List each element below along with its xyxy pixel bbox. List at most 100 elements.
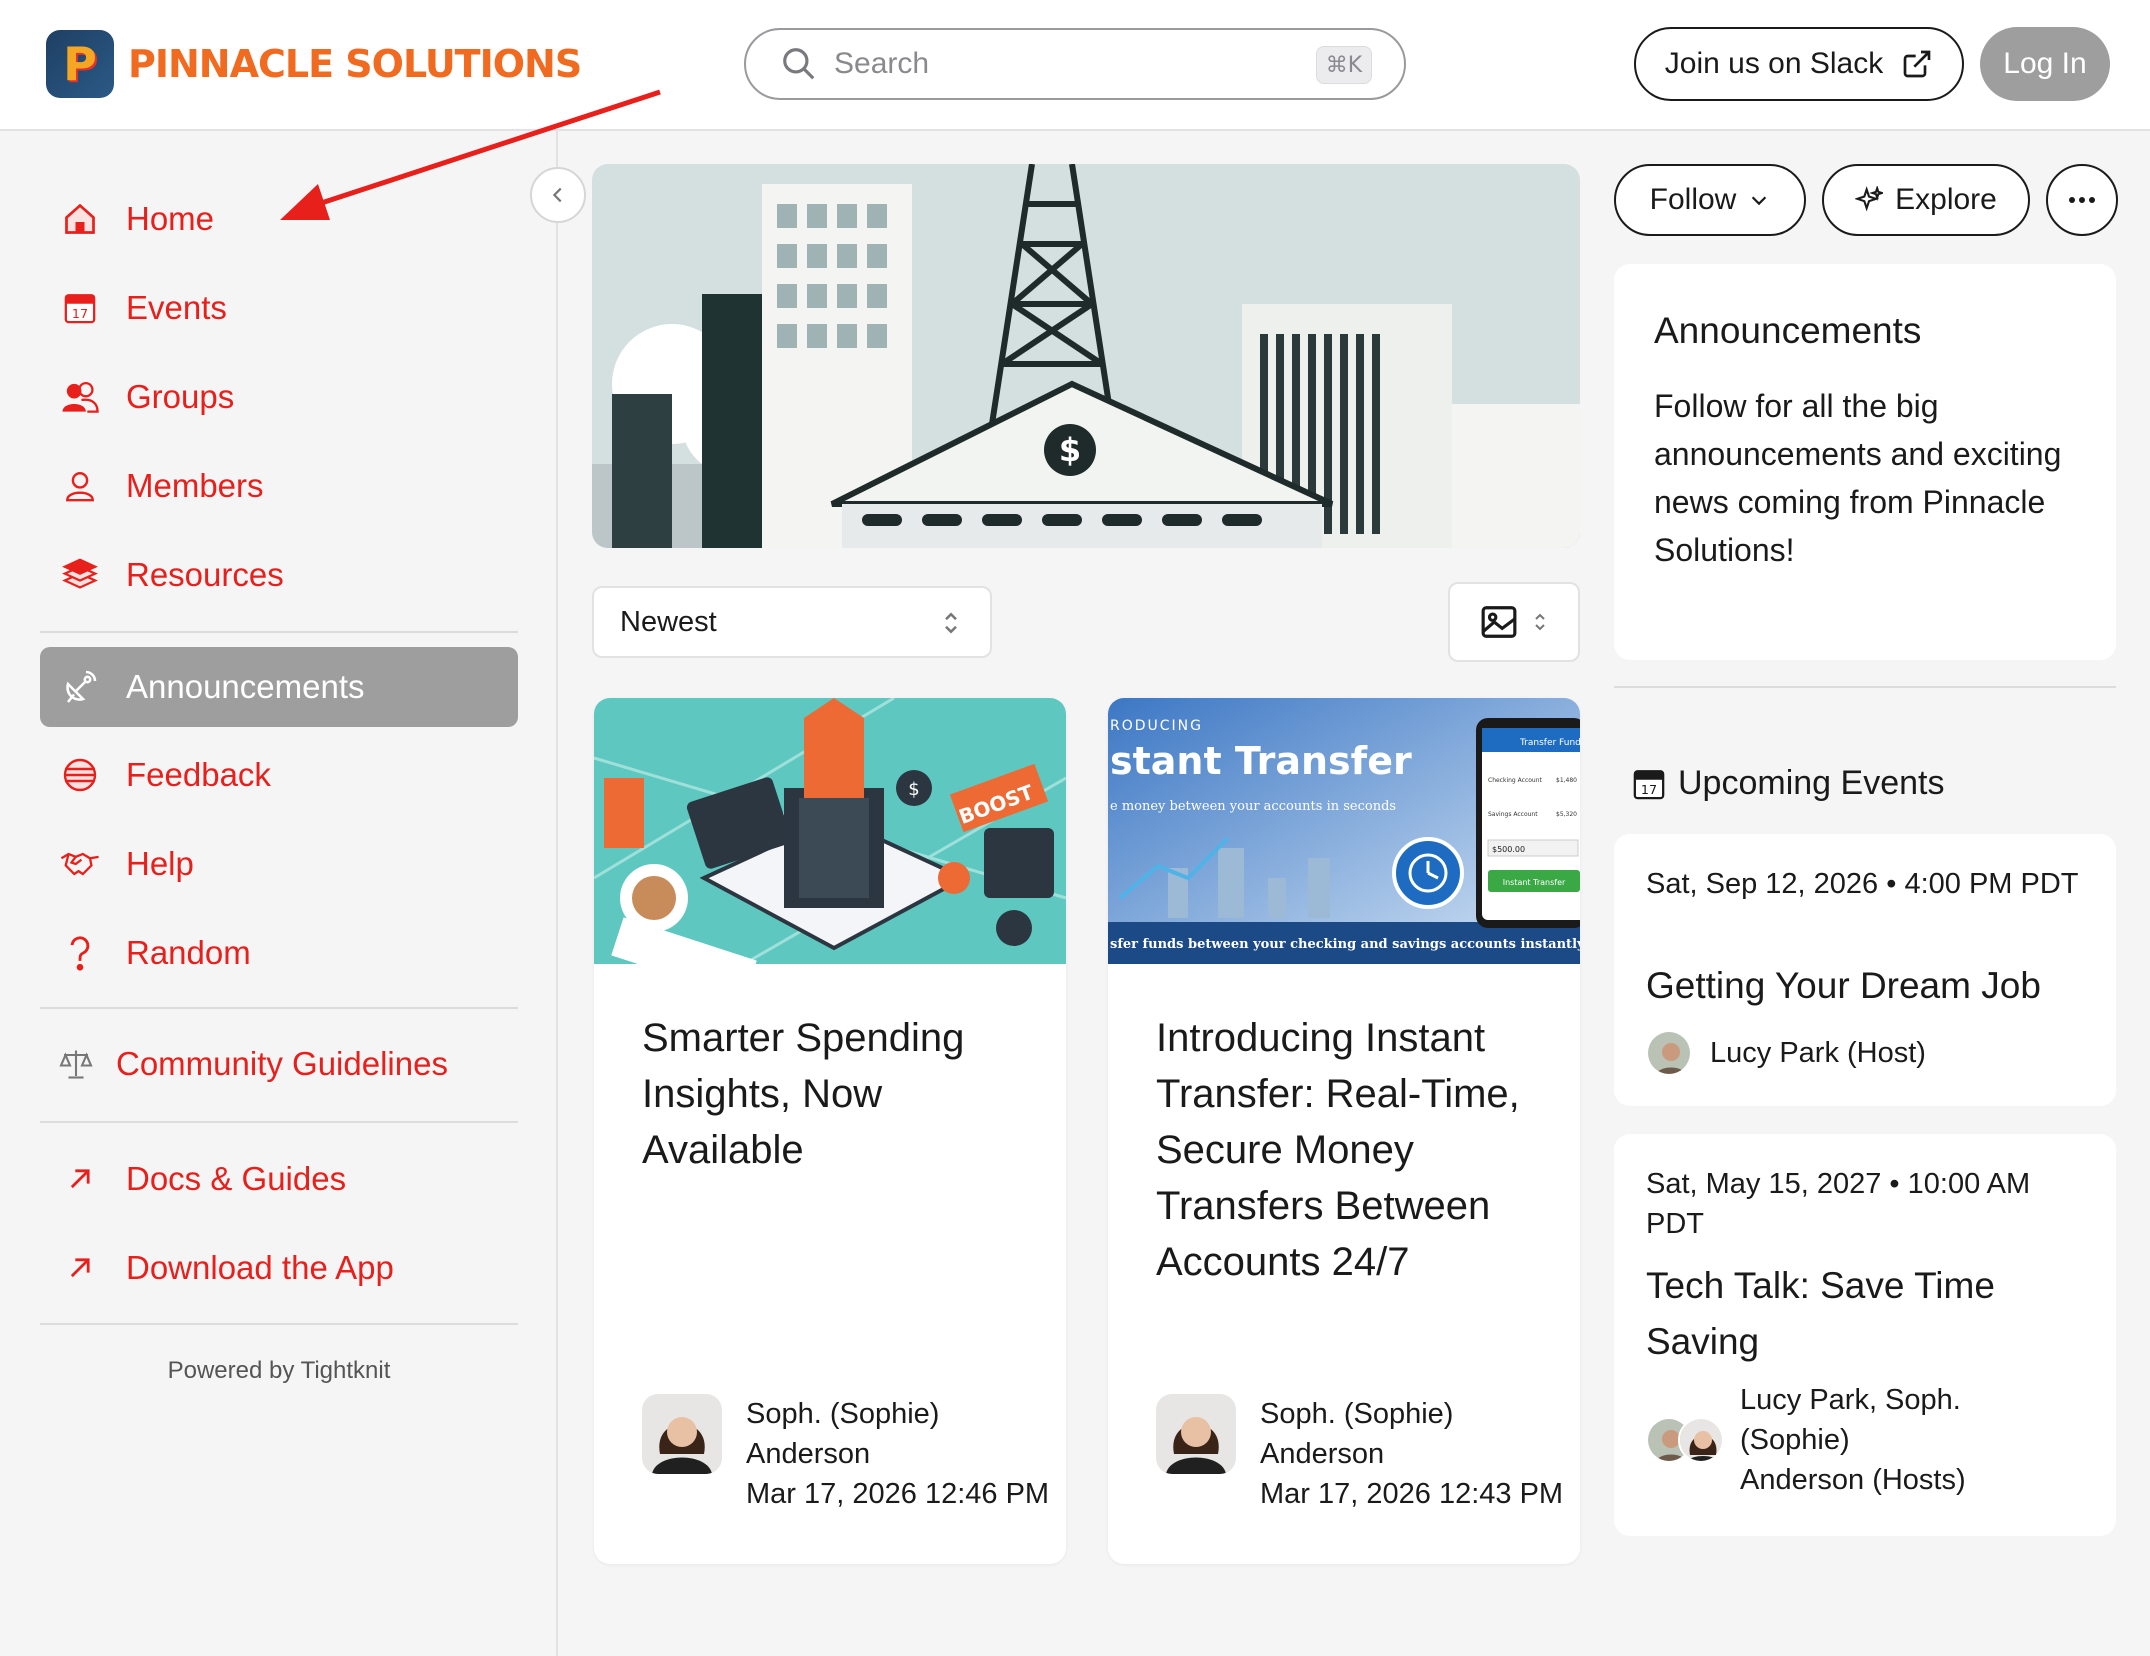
sidebar-divider [40,1121,518,1123]
svg-text:Savings Account: Savings Account [1488,811,1538,818]
join-slack-button[interactable]: Join us on Slack [1634,27,1964,101]
post-author-name[interactable]: Soph. (Sophie) [1260,1394,1563,1434]
svg-text:17: 17 [72,307,88,322]
follow-button[interactable]: Follow [1614,164,1806,236]
event-date: Sat, May 15, 2027 • 10:00 AM PDT [1646,1168,2031,1240]
updown-chevron-icon [945,612,957,634]
sidebar-item-label: Groups [126,378,235,415]
post-card[interactable]: BOOST $ Smarter Spending Insights, Now A… [594,698,1066,1564]
post-title[interactable]: Smarter Spending Insights, Now Available [642,1010,1042,1178]
login-button[interactable]: Log In [1980,27,2110,101]
event-card[interactable]: Sat, Sep 12, 2026 • 4:00 PM PDT Getting … [1614,834,2116,1106]
cover-banner-image: $ [592,164,1580,548]
svg-text:Instant Transfer: Instant Transfer [1503,878,1566,887]
announcements-title: Announcements [1654,310,1922,351]
sidebar-item-label: Events [126,289,227,326]
avatar[interactable] [1156,1394,1236,1474]
search-input[interactable] [834,47,1314,81]
svg-text:$500.00: $500.00 [1492,845,1525,854]
post-title[interactable]: Introducing Instant Transfer: Real-Time,… [1156,1010,1556,1290]
post-author: Soph. (Sophie) Anderson Mar 17, 2026 12:… [642,1394,1049,1514]
svg-text:Checking Account: Checking Account [1488,777,1543,784]
event-host-text: Lucy Park, Soph. (Sophie) Anderson (Host… [1740,1384,1966,1496]
sidebar-item-random[interactable]: Random [40,913,518,993]
handshake-icon [60,844,100,884]
sidebar-item-label: Announcements [126,668,365,705]
satellite-icon [60,667,100,707]
sidebar-divider [40,631,518,633]
search-icon [783,48,815,80]
sidebar-divider [40,1007,518,1009]
post-date: Mar 17, 2026 12:46 PM [746,1478,1050,1510]
post-author-name-cont[interactable]: Anderson [746,1434,1049,1474]
people-icon [60,377,100,417]
sidebar-item-events[interactable]: 17 Events [40,268,518,348]
updown-chevron-icon [1535,613,1545,631]
post-image: RODUCING stant Transfer e money between … [1108,698,1580,964]
event-name[interactable]: Tech Talk: Save Time Saving [1646,1258,2096,1370]
host-avatars [1646,1417,1724,1463]
post-author-text: Soph. (Sophie) Anderson Mar 17, 2026 12:… [1260,1394,1563,1514]
sidebar-item-label: Resources [126,556,284,593]
sidebar-item-label: Community Guidelines [116,1045,448,1082]
search-shortcut-badge: ⌘K [1316,46,1372,84]
svg-text:Transfer Funds: Transfer Funds [1519,738,1580,748]
event-name[interactable]: Getting Your Dream Job [1646,958,2096,1014]
image-gallery-icon [1481,606,1517,638]
svg-text:$5,320: $5,320 [1556,811,1577,818]
post-author-name-cont[interactable]: Anderson [1260,1434,1563,1474]
post-author: Soph. (Sophie) Anderson Mar 17, 2026 12:… [1156,1394,1563,1514]
svg-text:17: 17 [1641,782,1657,797]
sidebar-item-label: Download the App [126,1249,394,1286]
powered-by-text[interactable]: Powered by Tightknit [0,1357,558,1385]
left-sidebar: Home 17 Events Groups Members Resources … [0,131,558,1656]
sidebar-item-label: Feedback [126,756,271,793]
announcements-panel: Announcements Follow for all the big ann… [1614,264,2116,660]
sort-dropdown-value: Newest [620,605,717,638]
question-icon [60,933,100,973]
more-options-button[interactable] [2046,164,2118,236]
scales-icon [56,1044,96,1084]
sidebar-item-resources[interactable]: Resources [40,535,518,615]
avatar[interactable] [1646,1030,1692,1076]
svg-text:$: $ [1059,431,1081,469]
svg-text:sfer funds between your checki: sfer funds between your checking and sav… [1110,937,1580,952]
sidebar-item-label: Members [126,467,264,504]
sidebar-item-announcements[interactable]: Announcements [40,647,518,727]
sidebar-item-docs-guides[interactable]: Docs & Guides [40,1139,518,1219]
external-link-icon [1903,50,1931,78]
sidebar-item-members[interactable]: Members [40,446,518,526]
sidebar-item-community-guidelines[interactable]: Community Guidelines [40,1024,518,1104]
event-host-text: Lucy Park (Host) [1710,1037,1926,1069]
event-card[interactable]: Sat, May 15, 2027 • 10:00 AM PDT Tech Ta… [1614,1134,2116,1536]
more-dots-icon [2069,197,2095,203]
house-icon [60,199,100,239]
globe-icon [60,755,100,795]
sidebar-item-feedback[interactable]: Feedback [40,735,518,815]
explore-button[interactable]: Explore [1822,164,2030,236]
event-host: Lucy Park (Host) [1646,1030,1926,1076]
sidebar-item-groups[interactable]: Groups [40,357,518,437]
svg-text:$1,480: $1,480 [1556,777,1577,784]
sidebar-divider [40,1323,518,1325]
post-image: BOOST $ [594,698,1066,999]
avatar[interactable] [642,1394,722,1474]
external-arrow-icon [60,1248,100,1288]
view-mode-dropdown[interactable] [1448,582,1580,662]
join-slack-label: Join us on Slack [1664,47,1884,80]
logo-mark-icon: P [46,30,114,98]
post-card[interactable]: RODUCING stant Transfer e money between … [1108,698,1580,1564]
post-author-name[interactable]: Soph. (Sophie) [746,1394,1049,1434]
sidebar-item-label: Random [126,934,251,971]
post-author-text: Soph. (Sophie) Anderson Mar 17, 2026 12:… [746,1394,1049,1514]
external-arrow-icon [60,1159,100,1199]
sort-dropdown[interactable]: Newest [592,586,992,658]
person-icon [60,466,100,506]
avatar[interactable] [1678,1417,1724,1463]
svg-text:$: $ [908,779,919,800]
svg-text:RODUCING: RODUCING [1110,718,1203,734]
event-host: Lucy Park, Soph. (Sophie) Anderson (Host… [1646,1380,1980,1500]
sidebar-item-help[interactable]: Help [40,824,518,904]
sidebar-item-download-app[interactable]: Download the App [40,1228,518,1308]
search-bar[interactable]: ⌘K [744,28,1406,100]
